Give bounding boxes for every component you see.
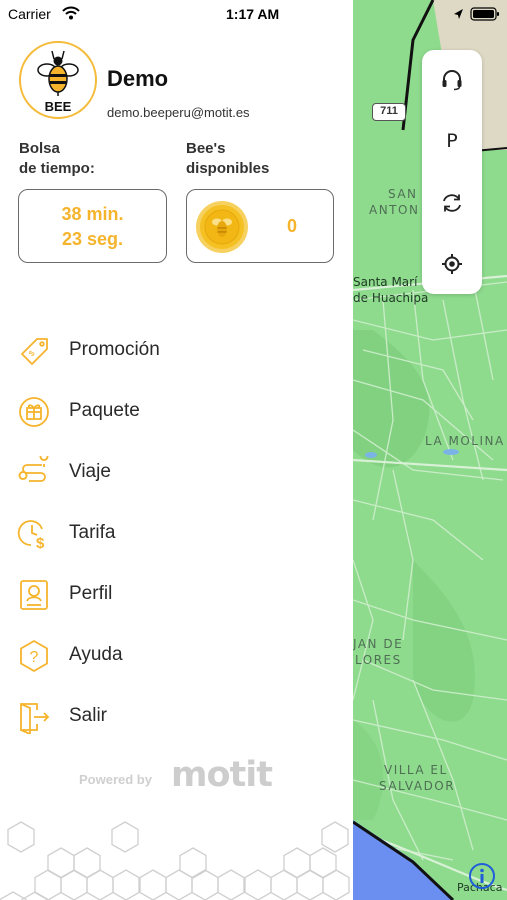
map-controls-panel: P bbox=[422, 50, 482, 294]
locate-me-button[interactable] bbox=[432, 244, 472, 284]
clock-dollar-icon: $ bbox=[17, 520, 45, 551]
time-balance-label: Bolsa de tiempo: bbox=[19, 140, 95, 177]
map-label-huachipa: de Huachipa bbox=[353, 291, 429, 305]
bee-coin-icon bbox=[196, 201, 248, 253]
exit-door-icon bbox=[20, 703, 50, 734]
profile-card-icon bbox=[20, 580, 48, 610]
map-label-salvador: SALVADOR bbox=[379, 779, 456, 793]
menu-item-promocion[interactable]: $ Promoción bbox=[0, 327, 353, 373]
menu-item-tarifa[interactable]: $ Tarifa bbox=[0, 510, 353, 556]
road-number-badge: 711 bbox=[372, 103, 406, 121]
support-button[interactable] bbox=[432, 60, 472, 100]
svg-text:BEE: BEE bbox=[45, 99, 72, 114]
svg-text:$: $ bbox=[27, 348, 37, 358]
map-label-santa-maria: Santa Marí bbox=[353, 275, 418, 289]
status-time: 1:17 AM bbox=[226, 6, 280, 22]
crosshair-icon bbox=[442, 254, 462, 274]
bee-icon: BEE bbox=[37, 50, 79, 114]
map-info-icon[interactable] bbox=[468, 862, 496, 890]
refresh-button[interactable] bbox=[432, 183, 472, 223]
location-arrow-icon bbox=[454, 9, 463, 19]
menu-label-perfil: Perfil bbox=[69, 583, 113, 604]
menu-item-ayuda[interactable]: ? Ayuda bbox=[0, 632, 353, 678]
time-balance-card[interactable]: 38 min. 23 seg. bbox=[18, 189, 167, 263]
parking-button[interactable]: P bbox=[432, 121, 472, 161]
status-carrier: Carrier bbox=[8, 6, 51, 22]
menu-item-viaje[interactable]: Viaje bbox=[0, 449, 353, 495]
svg-text:?: ? bbox=[30, 649, 39, 666]
map-label-lores: LORES bbox=[355, 653, 402, 667]
user-email: demo.beeperu@motit.es bbox=[107, 105, 250, 120]
map-label-juan-de: JAN DE bbox=[353, 637, 404, 651]
menu-label-ayuda: Ayuda bbox=[69, 644, 123, 665]
map-label-villa-el: VILLA EL bbox=[384, 763, 448, 777]
map-label-la-molina: LA MOLINA bbox=[425, 434, 505, 448]
battery-icon bbox=[470, 7, 499, 21]
menu-label-salir: Salir bbox=[69, 705, 108, 726]
time-minutes: 38 min. bbox=[61, 204, 124, 224]
motit-logo: motit bbox=[171, 755, 273, 795]
menu-label-promocion: Promoción bbox=[69, 339, 160, 360]
status-right-icons bbox=[454, 7, 499, 21]
svg-text:$: $ bbox=[36, 535, 45, 551]
bees-available-label: Bee's disponibles bbox=[186, 140, 270, 177]
refresh-icon bbox=[443, 194, 461, 212]
honeycomb-decoration bbox=[0, 821, 350, 900]
time-seconds: 23 seg. bbox=[61, 229, 124, 249]
user-name: Demo bbox=[107, 66, 169, 91]
powered-by-text: Powered by bbox=[79, 772, 152, 787]
parking-icon: P bbox=[446, 130, 458, 152]
bees-count: 0 bbox=[287, 216, 298, 236]
menu-label-tarifa: Tarifa bbox=[69, 522, 116, 543]
map-label-san-antonio: SAN bbox=[388, 187, 418, 201]
route-icon bbox=[18, 456, 49, 482]
menu-item-perfil[interactable]: Perfil bbox=[0, 571, 353, 617]
bee-logo: BEE bbox=[19, 41, 97, 119]
menu-label-viaje: Viaje bbox=[69, 461, 111, 482]
headset-icon bbox=[442, 70, 462, 91]
promo-tag-icon: $ bbox=[21, 338, 48, 365]
menu-item-salir[interactable]: Salir bbox=[0, 693, 353, 739]
bees-available-card[interactable]: 0 bbox=[186, 189, 334, 263]
package-icon bbox=[19, 397, 49, 427]
menu-item-paquete[interactable]: Paquete bbox=[0, 388, 353, 434]
powered-by: Powered by motit bbox=[79, 753, 279, 795]
side-drawer: Carrier 1:17 AM BEE Demo demo.beeperu@mo… bbox=[0, 0, 353, 900]
help-hexagon-icon: ? bbox=[20, 639, 48, 673]
map-label-san-antonio-2: ANTON bbox=[369, 203, 420, 217]
menu-label-paquete: Paquete bbox=[69, 400, 140, 421]
wifi-icon bbox=[62, 6, 80, 20]
